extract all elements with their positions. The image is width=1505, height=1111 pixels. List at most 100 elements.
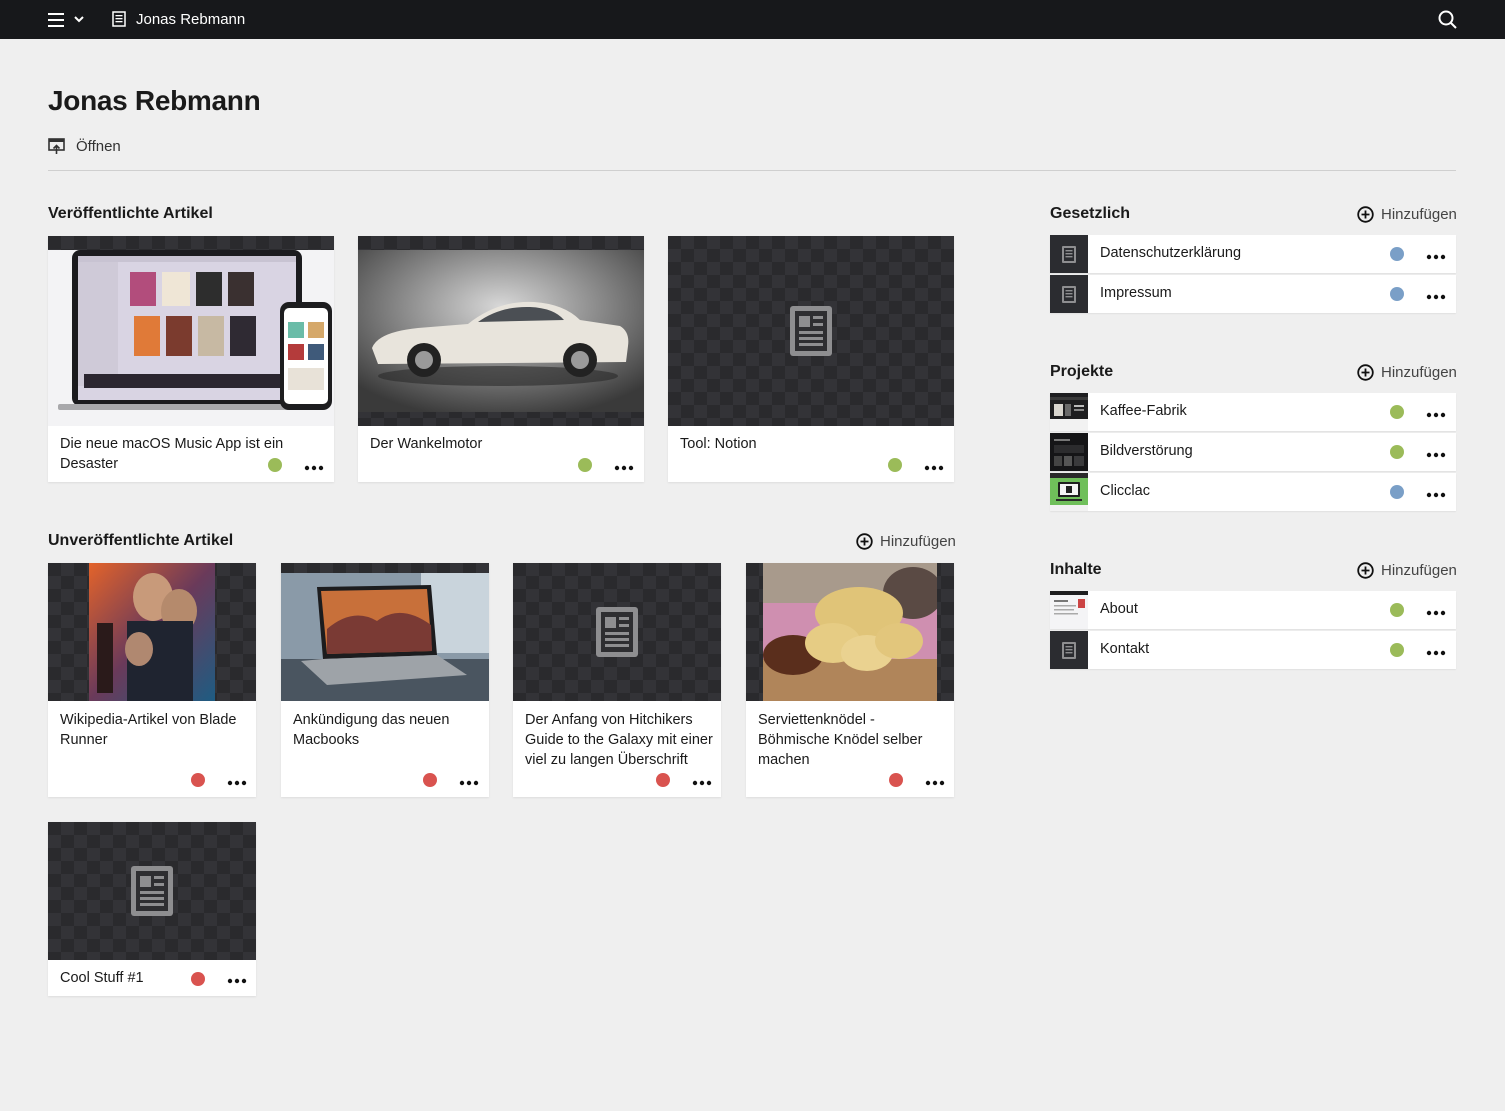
article-title: Tool: Notion bbox=[680, 436, 757, 452]
page-thumbnail-placeholder bbox=[1050, 235, 1088, 273]
plus-circle-icon bbox=[1357, 561, 1374, 579]
more-options-button[interactable] bbox=[613, 460, 635, 471]
food-image bbox=[763, 563, 937, 701]
more-options-button[interactable] bbox=[1425, 407, 1447, 418]
status-dot bbox=[1390, 485, 1404, 499]
list-item[interactable]: Kontakt bbox=[1050, 631, 1456, 669]
more-options-button[interactable] bbox=[303, 460, 325, 471]
more-options-button[interactable] bbox=[1425, 487, 1447, 498]
project-thumbnail bbox=[1050, 473, 1088, 511]
main-menu-button[interactable] bbox=[44, 8, 90, 32]
document-icon bbox=[112, 11, 126, 27]
movie-poster-image bbox=[89, 563, 215, 701]
article-thumbnail-placeholder bbox=[668, 236, 954, 426]
add-unpublished-button[interactable]: Hinzufügen bbox=[856, 531, 956, 551]
add-content-button[interactable]: Hinzufügen bbox=[1357, 560, 1457, 580]
article-card[interactable]: Tool: Notion bbox=[668, 236, 954, 482]
hamburger-icon bbox=[48, 13, 84, 27]
legal-section-title: Gesetzlich bbox=[1050, 205, 1131, 222]
list-item[interactable]: Clicclac bbox=[1050, 473, 1456, 511]
list-item[interactable]: Datenschutzerklärung bbox=[1050, 235, 1456, 273]
open-external-icon bbox=[48, 137, 65, 154]
plus-circle-icon bbox=[1357, 363, 1374, 381]
ellipsis-icon bbox=[227, 978, 247, 984]
article-thumbnail-car bbox=[358, 236, 644, 426]
add-legal-button[interactable]: Hinzufügen bbox=[1357, 204, 1457, 224]
more-options-button[interactable] bbox=[1425, 447, 1447, 458]
add-label: Hinzufügen bbox=[1381, 205, 1457, 223]
more-options-button[interactable] bbox=[226, 973, 248, 984]
add-label: Hinzufügen bbox=[880, 532, 956, 550]
open-button[interactable]: Öffnen bbox=[48, 136, 121, 156]
list-item-label: Kontakt bbox=[1100, 641, 1150, 657]
status-dot bbox=[1390, 445, 1404, 459]
more-options-button[interactable] bbox=[923, 460, 945, 471]
ellipsis-icon bbox=[1426, 412, 1446, 418]
project-thumbnail bbox=[1050, 393, 1088, 431]
top-bar: Jonas Rebmann bbox=[0, 0, 1505, 39]
add-label: Hinzufügen bbox=[1381, 561, 1457, 579]
status-dot bbox=[1390, 603, 1404, 617]
more-options-button[interactable] bbox=[924, 775, 946, 786]
ellipsis-icon bbox=[1426, 294, 1446, 300]
article-card[interactable]: Serviettenknödel - Böhmische Knödel selb… bbox=[746, 563, 954, 797]
article-card[interactable]: Die neue macOS Music App ist ein Desaste… bbox=[48, 236, 334, 482]
website-screenshot-image bbox=[1050, 433, 1088, 471]
document-placeholder-icon bbox=[596, 607, 638, 657]
article-title: Die neue macOS Music App ist ein Desaste… bbox=[60, 436, 284, 472]
status-unpublished-dot bbox=[191, 972, 205, 986]
page-thumbnail bbox=[1050, 591, 1088, 629]
website-screenshot-image bbox=[1050, 591, 1088, 629]
ellipsis-icon bbox=[692, 780, 712, 786]
ellipsis-icon bbox=[1426, 254, 1446, 260]
status-unpublished-dot bbox=[191, 773, 205, 787]
article-card[interactable]: Der Wankelmotor bbox=[358, 236, 644, 482]
ellipsis-icon bbox=[227, 780, 247, 786]
ellipsis-icon bbox=[924, 465, 944, 471]
status-dot bbox=[1390, 247, 1404, 261]
list-item[interactable]: Impressum bbox=[1050, 275, 1456, 313]
ellipsis-icon bbox=[304, 465, 324, 471]
list-item[interactable]: Bildverstörung bbox=[1050, 433, 1456, 471]
ellipsis-icon bbox=[1426, 452, 1446, 458]
article-card[interactable]: Ankündigung das neuen Macbooks bbox=[281, 563, 489, 797]
more-options-button[interactable] bbox=[1425, 289, 1447, 300]
list-item[interactable]: About bbox=[1050, 591, 1456, 629]
more-options-button[interactable] bbox=[458, 775, 480, 786]
add-project-button[interactable]: Hinzufügen bbox=[1357, 362, 1457, 382]
article-card[interactable]: Wikipedia-Artikel von Blade Runner bbox=[48, 563, 256, 797]
status-unpublished-dot bbox=[889, 773, 903, 787]
more-options-button[interactable] bbox=[1425, 249, 1447, 260]
article-card[interactable]: Der Anfang von Hitchikers Guide to the G… bbox=[513, 563, 721, 797]
page-thumbnail-placeholder bbox=[1050, 631, 1088, 669]
article-thumbnail-placeholder bbox=[48, 822, 256, 960]
contents-section-title: Inhalte bbox=[1050, 561, 1102, 578]
ellipsis-icon bbox=[614, 465, 634, 471]
ellipsis-icon bbox=[1426, 610, 1446, 616]
more-options-button[interactable] bbox=[691, 775, 713, 786]
more-options-button[interactable] bbox=[1425, 645, 1447, 656]
article-title: Wikipedia-Artikel von Blade Runner bbox=[60, 712, 237, 748]
list-item[interactable]: Kaffee-Fabrik bbox=[1050, 393, 1456, 431]
page-title: Jonas Rebmann bbox=[48, 85, 261, 116]
website-screenshot-image bbox=[1050, 473, 1088, 511]
projects-section-title: Projekte bbox=[1050, 363, 1114, 380]
article-title: Serviettenknödel - Böhmische Knödel selb… bbox=[758, 712, 923, 768]
article-thumbnail-laptop-phone bbox=[48, 236, 334, 426]
ellipsis-icon bbox=[925, 780, 945, 786]
more-options-button[interactable] bbox=[226, 775, 248, 786]
document-placeholder-icon bbox=[1062, 642, 1076, 659]
list-item-label: Clicclac bbox=[1100, 483, 1150, 499]
site-title[interactable]: Jonas Rebmann bbox=[136, 11, 245, 28]
project-thumbnail bbox=[1050, 433, 1088, 471]
open-label: Öffnen bbox=[76, 137, 121, 155]
plus-circle-icon bbox=[1357, 205, 1374, 223]
more-options-button[interactable] bbox=[1425, 605, 1447, 616]
status-dot bbox=[1390, 287, 1404, 301]
article-card[interactable]: Cool Stuff #1 bbox=[48, 822, 256, 996]
search-button[interactable] bbox=[1436, 8, 1458, 30]
article-thumbnail-macbook bbox=[281, 563, 489, 701]
ellipsis-icon bbox=[1426, 492, 1446, 498]
plus-circle-icon bbox=[856, 532, 873, 550]
article-title: Ankündigung das neuen Macbooks bbox=[293, 712, 450, 748]
